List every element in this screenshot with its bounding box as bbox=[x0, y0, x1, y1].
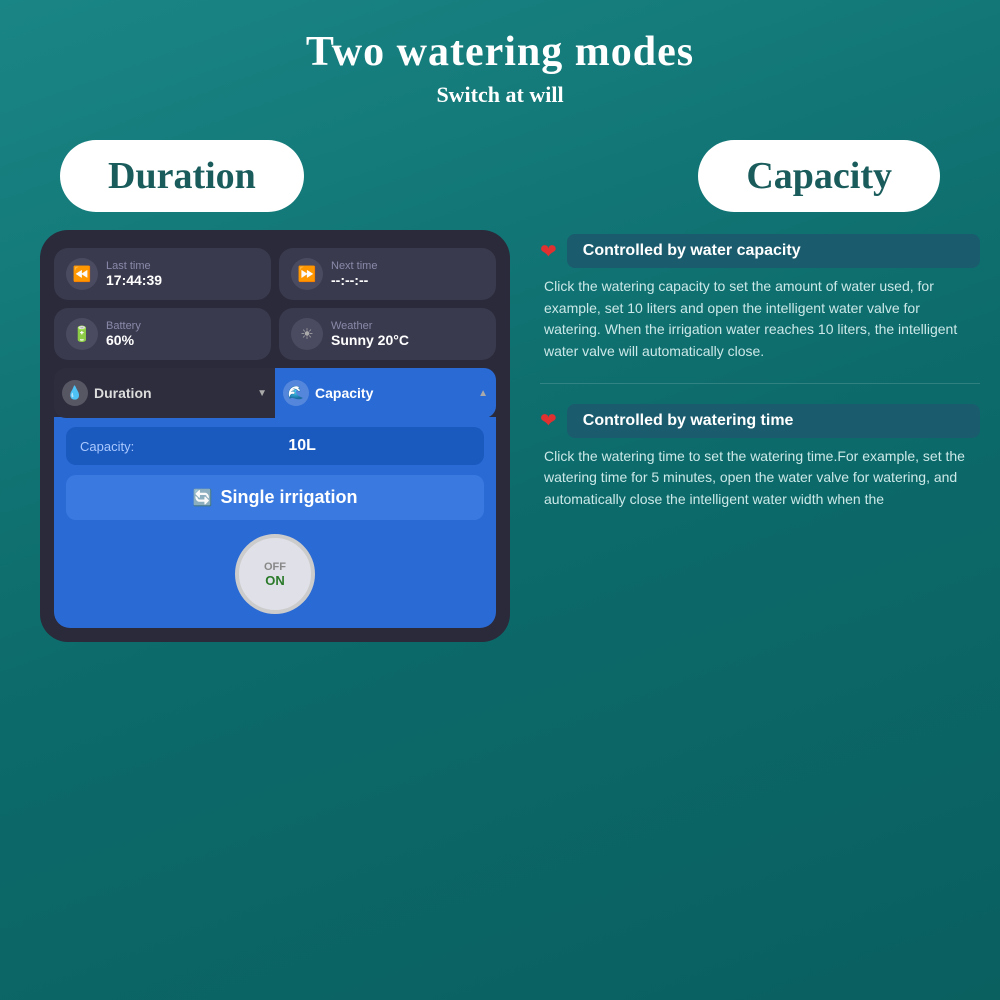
battery-card: 🔋 Battery 60% bbox=[54, 308, 271, 360]
mode-labels: Duration Capacity bbox=[0, 118, 1000, 230]
weather-card: ☀ Weather Sunny 20°C bbox=[279, 308, 496, 360]
info-grid: ⏪ Last time 17:44:39 ⏩ Next time --:--:-… bbox=[54, 248, 496, 360]
page-wrapper: Two watering modes Switch at will Durati… bbox=[0, 0, 1000, 1000]
phone-mockup: ⏪ Last time 17:44:39 ⏩ Next time --:--:-… bbox=[40, 230, 510, 642]
mode-selector: 💧 Duration ▼ 🌊 Capacity ▲ bbox=[54, 368, 496, 418]
feature-1-header: ❤ Controlled by water capacity bbox=[540, 234, 980, 268]
toggle-on-label: ON bbox=[265, 573, 285, 588]
weather-text: Weather Sunny 20°C bbox=[331, 320, 409, 348]
feature-1-desc: Click the watering capacity to set the a… bbox=[540, 276, 980, 363]
capacity-badge: Capacity bbox=[698, 140, 940, 212]
last-time-text: Last time 17:44:39 bbox=[106, 260, 162, 288]
feature-2-block: ❤ Controlled by watering time Click the … bbox=[540, 404, 980, 511]
blue-panel: Capacity: 10L 🔄 Single irrigation OFF ON bbox=[54, 417, 496, 628]
last-time-label: Last time bbox=[106, 260, 162, 272]
capacity-tab-arrow: ▲ bbox=[478, 388, 488, 399]
duration-badge: Duration bbox=[60, 140, 304, 212]
next-time-card: ⏩ Next time --:--:-- bbox=[279, 248, 496, 300]
separator bbox=[540, 383, 980, 384]
heart-icon-1: ❤ bbox=[540, 239, 557, 264]
feature-2-desc: Click the watering time to set the water… bbox=[540, 446, 980, 511]
irrigation-icon: 🔄 bbox=[193, 488, 213, 508]
battery-text: Battery 60% bbox=[106, 320, 141, 348]
capacity-row-label: Capacity: bbox=[80, 439, 134, 454]
feature-2-title: Controlled by watering time bbox=[567, 404, 980, 438]
sub-title: Switch at will bbox=[0, 82, 1000, 108]
battery-icon: 🔋 bbox=[66, 318, 98, 350]
main-title: Two watering modes bbox=[0, 28, 1000, 76]
weather-value: Sunny 20°C bbox=[331, 332, 409, 348]
duration-tab-arrow: ▼ bbox=[257, 388, 267, 399]
next-time-value: --:--:-- bbox=[331, 272, 377, 288]
last-time-value: 17:44:39 bbox=[106, 272, 162, 288]
capacity-tab-icon: 🌊 bbox=[283, 380, 309, 406]
capacity-row-value: 10L bbox=[288, 437, 316, 455]
right-panel: ❤ Controlled by water capacity Click the… bbox=[540, 230, 980, 642]
content-row: ⏪ Last time 17:44:39 ⏩ Next time --:--:-… bbox=[0, 230, 1000, 642]
feature-2-header: ❤ Controlled by watering time bbox=[540, 404, 980, 438]
feature-1-title: Controlled by water capacity bbox=[567, 234, 980, 268]
single-irrigation-button[interactable]: 🔄 Single irrigation bbox=[66, 475, 484, 520]
next-time-icon: ⏩ bbox=[291, 258, 323, 290]
battery-value: 60% bbox=[106, 332, 141, 348]
on-off-toggle[interactable]: OFF ON bbox=[235, 534, 315, 614]
battery-label: Battery bbox=[106, 320, 141, 332]
toggle-container: OFF ON bbox=[66, 534, 484, 614]
header: Two watering modes Switch at will bbox=[0, 0, 1000, 118]
last-time-icon: ⏪ bbox=[66, 258, 98, 290]
duration-tab-icon: 💧 bbox=[62, 380, 88, 406]
single-irrigation-label: Single irrigation bbox=[220, 487, 357, 508]
duration-tab[interactable]: 💧 Duration ▼ bbox=[54, 368, 275, 418]
weather-icon: ☀ bbox=[291, 318, 323, 350]
capacity-tab[interactable]: 🌊 Capacity ▲ bbox=[275, 368, 496, 418]
heart-icon-2: ❤ bbox=[540, 408, 557, 433]
last-time-card: ⏪ Last time 17:44:39 bbox=[54, 248, 271, 300]
weather-label: Weather bbox=[331, 320, 409, 332]
toggle-off-label: OFF bbox=[264, 561, 286, 573]
capacity-tab-label: Capacity bbox=[315, 385, 373, 401]
capacity-row: Capacity: 10L bbox=[66, 427, 484, 465]
duration-tab-label: Duration bbox=[94, 385, 152, 401]
feature-1-block: ❤ Controlled by water capacity Click the… bbox=[540, 234, 980, 363]
next-time-text: Next time --:--:-- bbox=[331, 260, 377, 288]
next-time-label: Next time bbox=[331, 260, 377, 272]
